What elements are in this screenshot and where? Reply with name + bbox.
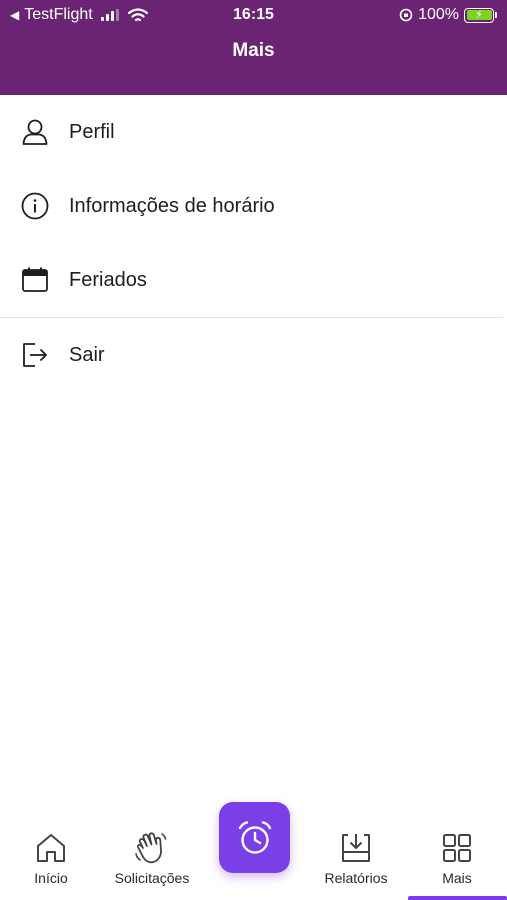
status-bar: ◀ TestFlight 16:15 100% ⚡	[0, 0, 507, 30]
download-tray-icon	[339, 830, 373, 866]
info-icon	[19, 190, 51, 222]
active-tab-indicator	[408, 896, 507, 900]
tab-inicio[interactable]: Início	[10, 815, 92, 900]
tab-solicitacoes[interactable]: Solicitações	[106, 815, 198, 900]
orientation-lock-icon	[399, 8, 413, 22]
battery-percent: 100%	[418, 6, 459, 23]
hand-wave-icon	[134, 830, 170, 866]
menu-item-sair[interactable]: Sair	[0, 318, 507, 392]
menu-item-informacoes-de-horario[interactable]: Informações de horário	[0, 169, 507, 243]
menu-item-label: Perfil	[69, 120, 115, 143]
battery-icon: ⚡	[464, 7, 494, 23]
menu-item-label: Informações de horário	[69, 194, 275, 217]
calendar-icon	[19, 264, 51, 296]
clock-in-button[interactable]	[219, 802, 290, 873]
menu-item-label: Sair	[69, 343, 105, 366]
battery-tip	[495, 12, 497, 18]
home-icon	[34, 830, 68, 866]
tab-label: Início	[34, 870, 68, 886]
menu-item-feriados[interactable]: Feriados	[0, 243, 507, 317]
tab-label: Relatórios	[324, 870, 388, 886]
menu-item-label: Feriados	[69, 268, 147, 291]
app-header: ◀ TestFlight 16:15 100% ⚡ Mais	[0, 0, 507, 95]
logout-icon	[19, 339, 51, 371]
more-menu: Perfil Informações de horário Feriados S…	[0, 95, 507, 392]
tab-mais[interactable]: Mais	[418, 815, 496, 900]
tab-relatorios[interactable]: Relatórios	[316, 815, 396, 900]
user-icon	[19, 116, 51, 148]
tab-label: Solicitações	[114, 870, 190, 886]
page-title: Mais	[232, 40, 275, 61]
menu-item-perfil[interactable]: Perfil	[0, 95, 507, 169]
grid-icon	[441, 830, 473, 866]
tab-label: Mais	[442, 870, 472, 886]
alarm-clock-icon	[238, 820, 271, 854]
